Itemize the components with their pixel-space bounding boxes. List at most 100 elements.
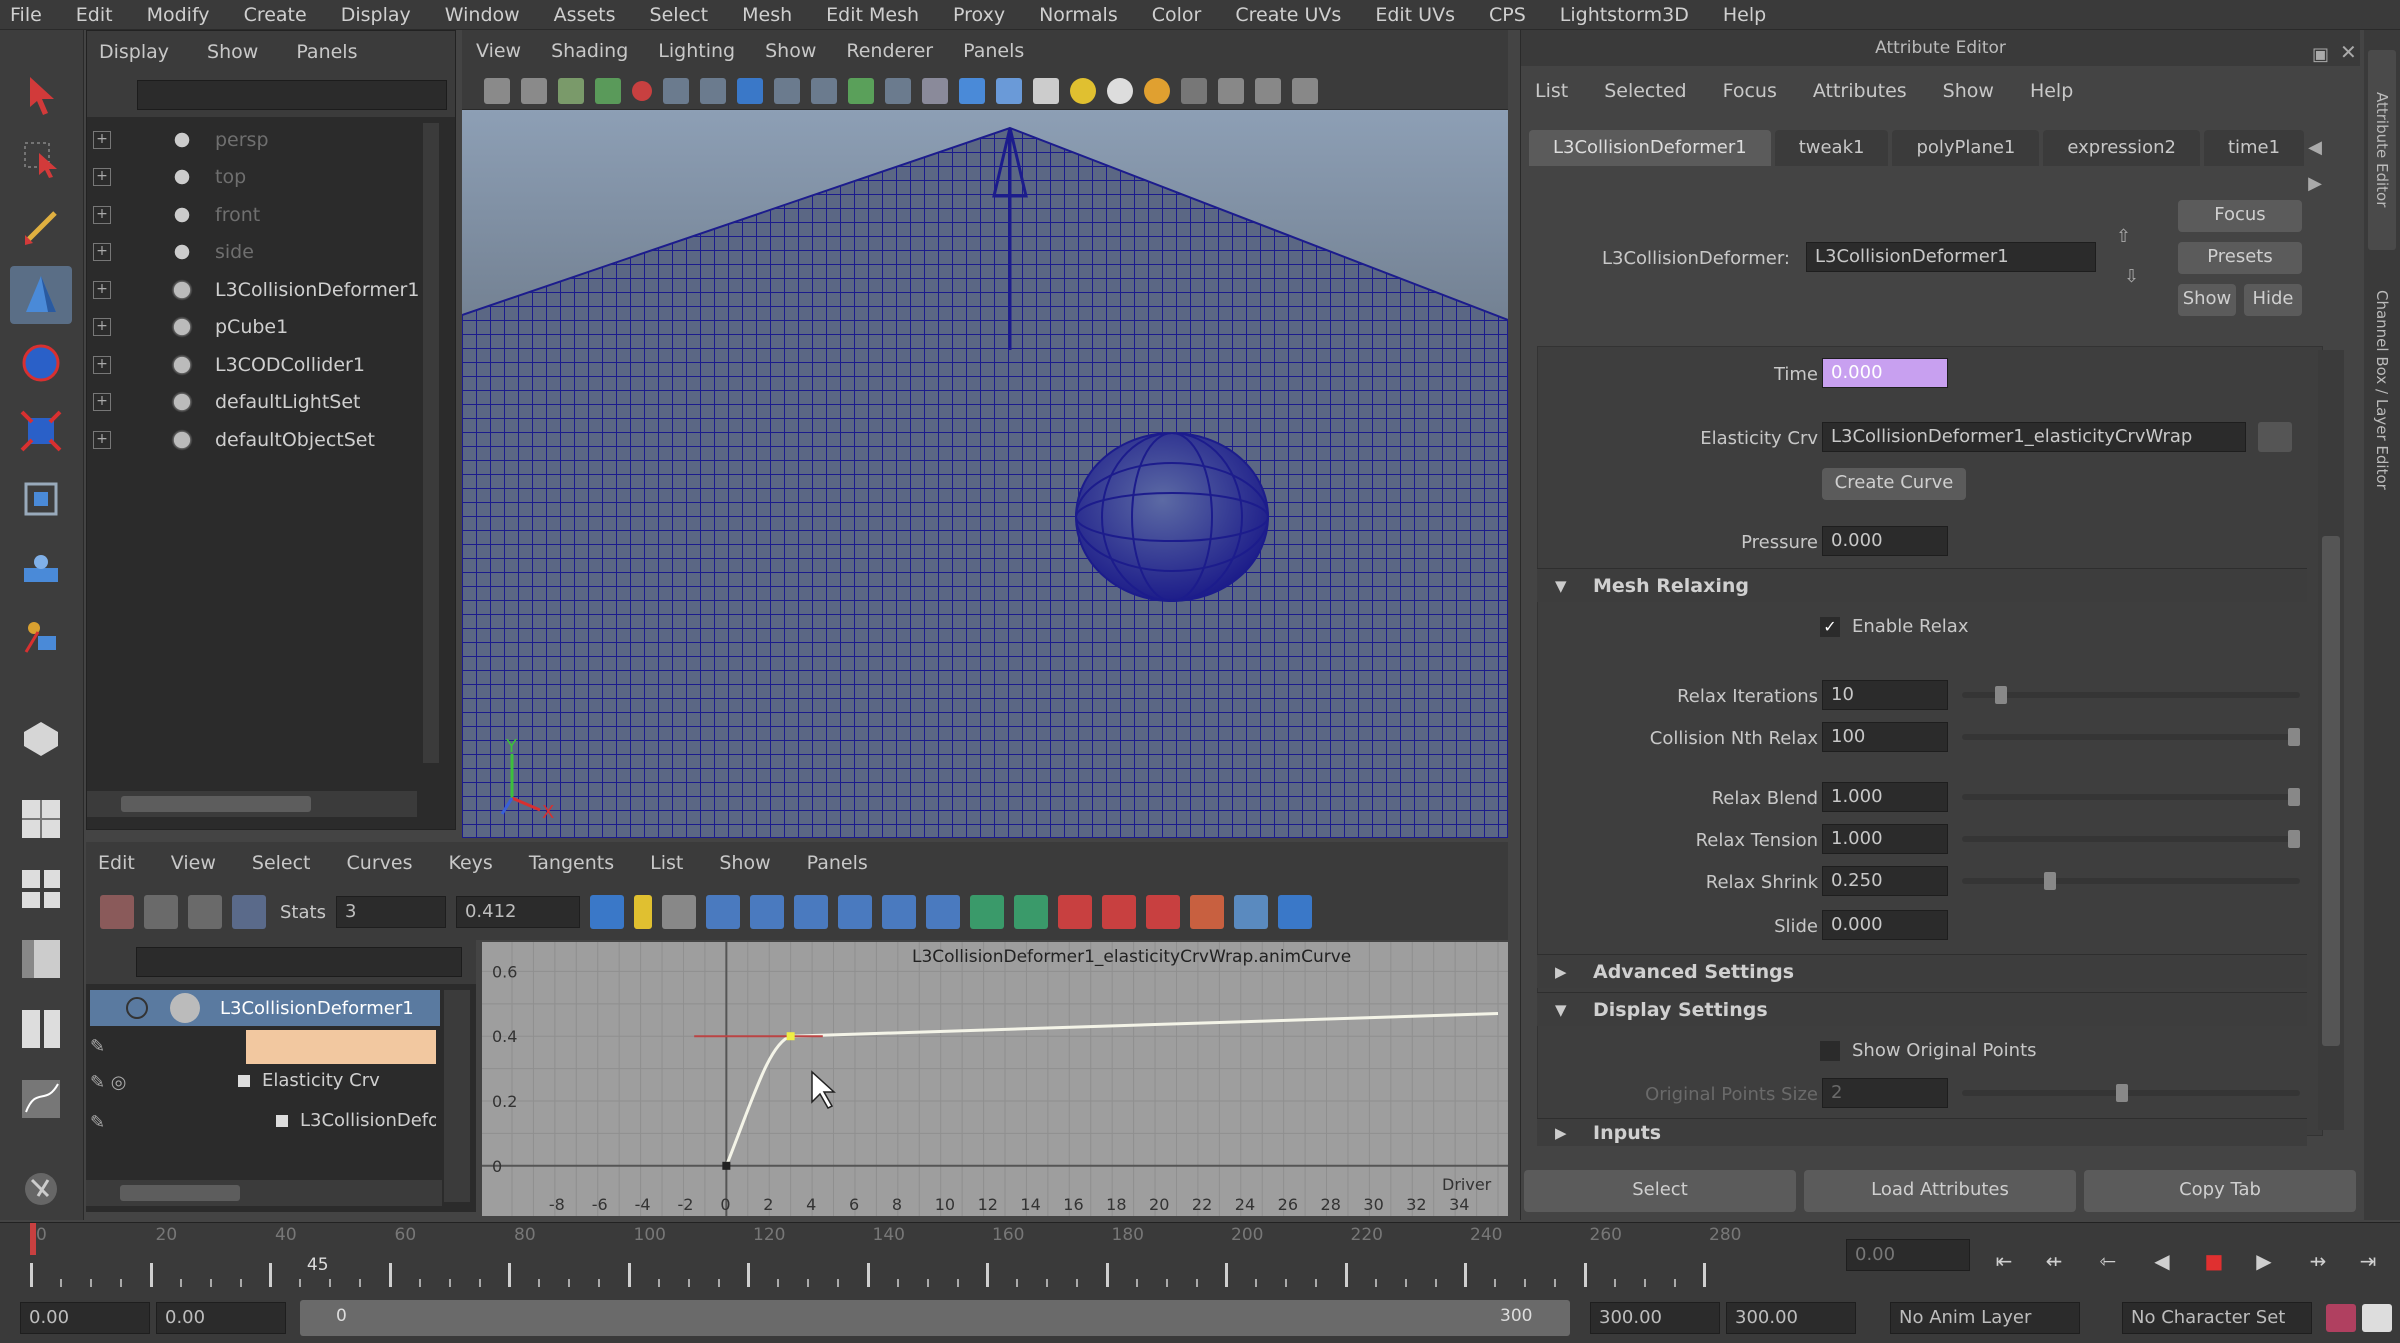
ae-tab[interactable]: L3CollisionDeformer1	[1529, 130, 1771, 166]
linear-tangent-icon[interactable]	[793, 895, 828, 929]
frame-all-icon[interactable]	[589, 895, 624, 929]
graph-layout-icon[interactable]	[10, 1070, 72, 1128]
bookmark-icon[interactable]	[595, 77, 621, 104]
play-backwards-icon[interactable]: ◀	[2144, 1246, 2180, 1276]
four-view-layout-icon[interactable]	[10, 860, 72, 918]
menu-create[interactable]: Create	[244, 4, 307, 26]
xray-components-icon[interactable]	[1292, 77, 1318, 104]
menu-select[interactable]: Select	[650, 4, 709, 26]
viewport-menu-lighting[interactable]: Lighting	[658, 40, 735, 62]
original-points-size-field[interactable]: 2	[1822, 1078, 1948, 1108]
ae-menu-list[interactable]: List	[1535, 80, 1568, 102]
slider-knob[interactable]	[2288, 830, 2300, 848]
elasticity-crv-field[interactable]: L3CollisionDeformer1_elasticityCrvWrap	[1822, 422, 2246, 452]
wireframe-on-shaded-icon[interactable]	[996, 77, 1022, 104]
universal-manip-icon[interactable]	[10, 470, 72, 528]
enable-relax-checkbox[interactable]: ✓	[1820, 616, 1840, 637]
menu-window[interactable]: Window	[445, 4, 520, 26]
graph-menu-tangents[interactable]: Tangents	[529, 852, 614, 874]
curve-map-button[interactable]	[2258, 422, 2292, 452]
menu-color[interactable]: Color	[1152, 4, 1202, 26]
last-tool-icon[interactable]	[10, 710, 72, 768]
preferences-icon[interactable]	[2362, 1304, 2392, 1332]
show-button[interactable]: Show	[2178, 284, 2236, 316]
create-curve-button[interactable]: Create Curve	[1822, 468, 1966, 500]
all-lights-icon[interactable]	[1107, 77, 1133, 104]
copy-tab-button[interactable]: Copy Tab	[2084, 1170, 2356, 1212]
ae-tab[interactable]: time1	[2203, 130, 2305, 166]
menu-proxy[interactable]: Proxy	[953, 4, 1005, 26]
visibility-icon[interactable]	[126, 997, 148, 1019]
viewport-menu-view[interactable]: View	[476, 40, 521, 62]
menu-display[interactable]: Display	[341, 4, 411, 26]
rotate-tool-icon[interactable]	[10, 334, 72, 392]
focus-button[interactable]: Focus	[2178, 200, 2302, 232]
outliner-item[interactable]: + L3CollisionDeformer1	[87, 271, 455, 309]
film-gate-icon[interactable]	[700, 77, 726, 104]
current-time-field[interactable]: 0.00	[1846, 1239, 1970, 1271]
image-plane-icon[interactable]	[558, 77, 584, 104]
graph-outliner-search-input[interactable]	[136, 947, 462, 977]
menu-edit[interactable]: Edit	[76, 4, 113, 26]
move-key-icon[interactable]	[100, 895, 134, 929]
menu-assets[interactable]: Assets	[554, 4, 616, 26]
play-forwards-icon[interactable]: ▶	[2246, 1246, 2282, 1276]
graph-outliner-row[interactable]: L3CollisionDeformer1	[90, 990, 440, 1026]
go-to-end-icon[interactable]: ⇥	[2350, 1246, 2386, 1276]
ae-menu-help[interactable]: Help	[2030, 80, 2073, 102]
slider-knob[interactable]	[2288, 728, 2300, 746]
viewport-menu-shading[interactable]: Shading	[551, 40, 628, 62]
relax-attr-field[interactable]: 1.000	[1822, 782, 1948, 812]
playback-end-field[interactable]: 300.00	[1590, 1302, 1720, 1334]
menu-help[interactable]: Help	[1723, 4, 1766, 26]
lattice-deform-icon[interactable]	[232, 895, 266, 929]
safe-title-icon[interactable]	[885, 77, 911, 104]
expand-toggle-icon[interactable]: +	[93, 318, 111, 337]
dope-sheet-icon[interactable]	[1233, 895, 1268, 929]
graph-outliner-row[interactable]: Elasticity Crv	[238, 1070, 380, 1091]
ae-tab[interactable]: tweak1	[1774, 130, 1889, 166]
ae-tab[interactable]: expression2	[2043, 130, 2200, 166]
expand-toggle-icon[interactable]: +	[93, 430, 111, 449]
anim-start-field[interactable]: 0.00	[20, 1302, 150, 1334]
outliner-item[interactable]: + top	[87, 159, 455, 197]
viewport-menu-panels[interactable]: Panels	[963, 40, 1024, 62]
original-points-size-slider[interactable]	[1962, 1084, 2300, 1102]
menu-file[interactable]: File	[10, 4, 42, 26]
field-chart-icon[interactable]	[811, 77, 837, 104]
ae-tab[interactable]: polyPlane1	[1892, 130, 2040, 166]
lock-tangent-weight-icon[interactable]	[1189, 895, 1224, 929]
graph-outliner-hscrollbar[interactable]	[86, 1180, 442, 1206]
outliner-vertical-scrollbar[interactable]	[423, 123, 439, 763]
close-icon[interactable]: ✕	[2340, 40, 2357, 64]
soft-mod-icon[interactable]	[10, 538, 72, 596]
anim-layer-field[interactable]: No Anim Layer	[1890, 1302, 2080, 1334]
outliner-menu-panels[interactable]: Panels	[296, 41, 357, 63]
single-view-layout-icon[interactable]	[10, 790, 72, 848]
node-name-field[interactable]: L3CollisionDeformer1	[1806, 242, 2096, 272]
load-attributes-button[interactable]: Load Attributes	[1804, 1170, 2076, 1212]
unify-tangents-icon[interactable]	[1101, 895, 1136, 929]
graph-menu-edit[interactable]: Edit	[98, 852, 135, 874]
menu-normals[interactable]: Normals	[1039, 4, 1118, 26]
relax-attr-field[interactable]: 100	[1822, 722, 1948, 752]
smooth-shade-icon[interactable]	[959, 77, 985, 104]
relax-attr-slider[interactable]	[1962, 728, 2300, 746]
outliner-item[interactable]: + defaultLightSet	[87, 384, 455, 422]
range-slider[interactable]: 0 300	[300, 1300, 1570, 1336]
show-manip-icon[interactable]	[10, 606, 72, 664]
playback-start-field[interactable]: 0.00	[156, 1302, 286, 1334]
viewport-menu-show[interactable]: Show	[765, 40, 816, 62]
graph-menu-select[interactable]: Select	[252, 852, 311, 874]
frame-playback-icon[interactable]	[633, 895, 652, 929]
presets-button[interactable]: Presets	[2178, 242, 2302, 274]
center-current-time-icon[interactable]	[661, 895, 696, 929]
flat-tangent-icon[interactable]	[837, 895, 872, 929]
record-icon[interactable]	[632, 80, 652, 101]
resolution-gate-icon[interactable]	[737, 77, 763, 104]
xray-joints-icon[interactable]	[1255, 77, 1281, 104]
ae-menu-attributes[interactable]: Attributes	[1813, 80, 1907, 102]
outliner-item[interactable]: + side	[87, 234, 455, 272]
slide-field[interactable]: 0.000	[1822, 910, 1948, 940]
side-tab-channel-box[interactable]: Channel Box / Layer Editor	[2368, 260, 2396, 520]
